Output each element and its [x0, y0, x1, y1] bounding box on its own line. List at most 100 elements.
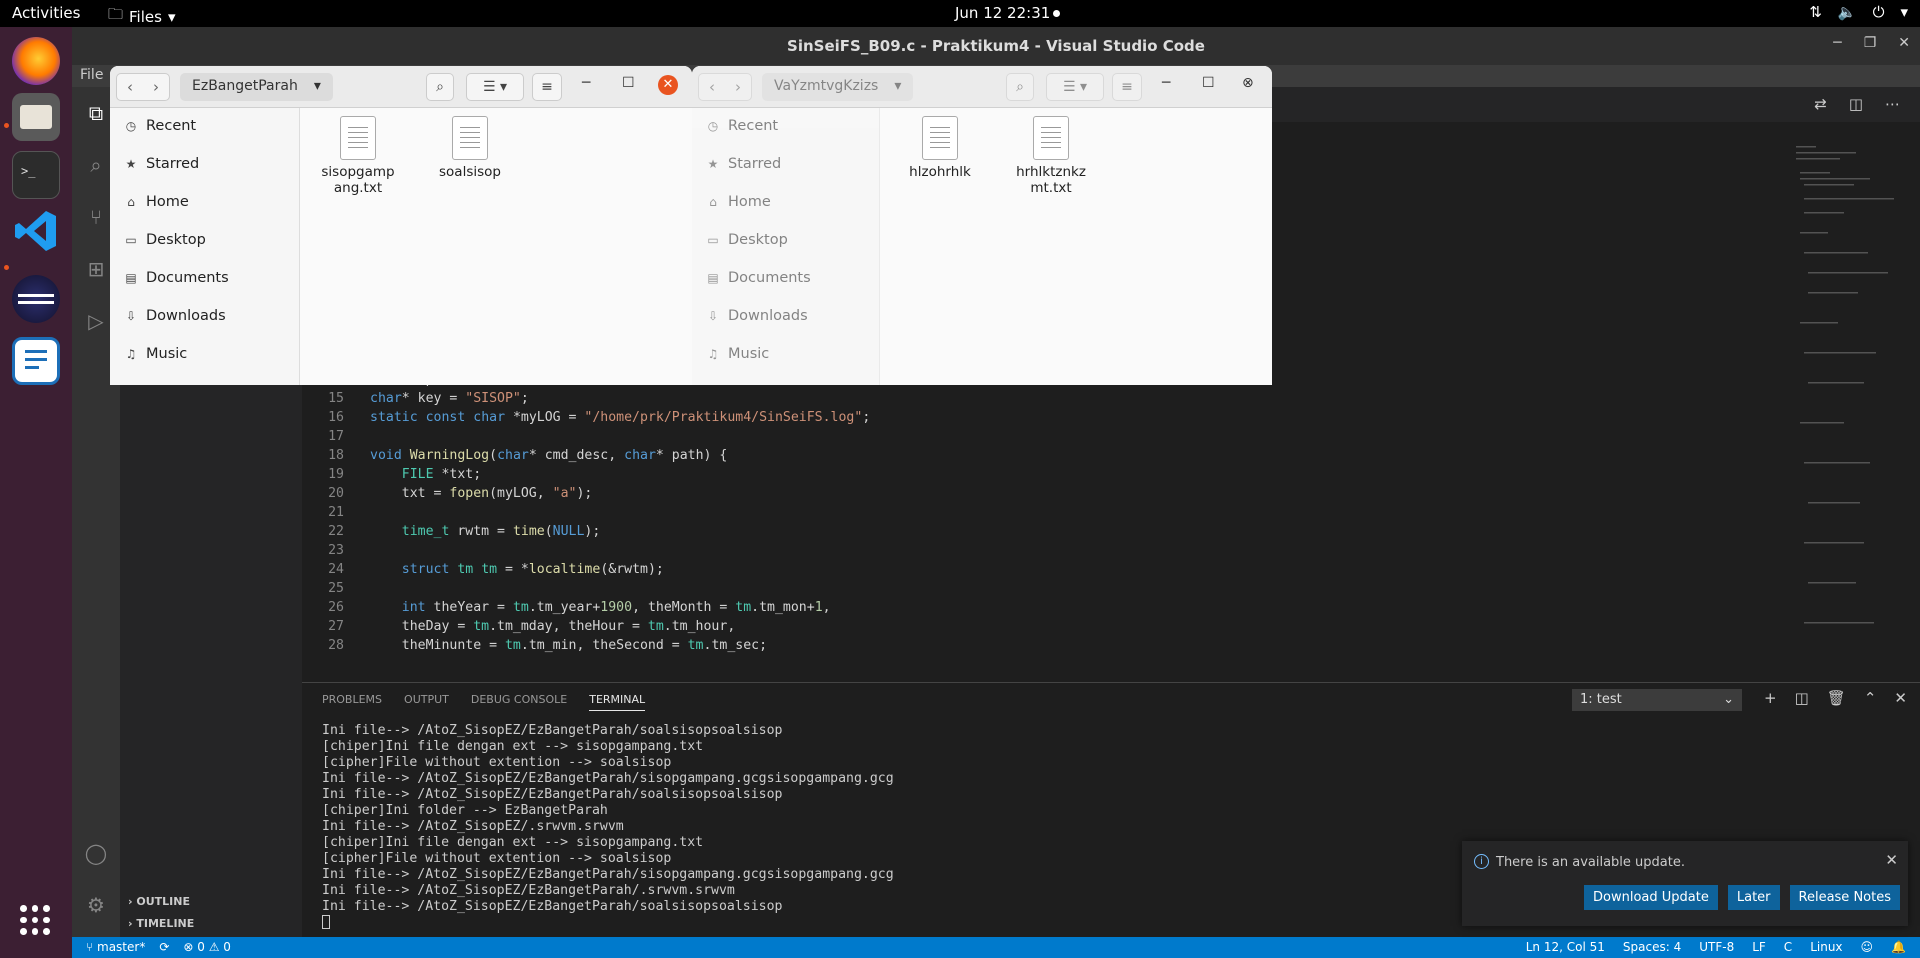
file-item[interactable]: soalsisop — [425, 116, 515, 180]
code-line[interactable]: 22 time_t rwtm = time(NULL); — [302, 522, 870, 541]
code-line[interactable]: 23 — [302, 541, 870, 560]
terminal-icon[interactable]: >_ — [12, 151, 60, 199]
eclipse-icon[interactable] — [12, 275, 60, 323]
later-button[interactable]: Later — [1727, 885, 1780, 910]
code-line[interactable]: 17 — [302, 427, 870, 446]
code-line[interactable]: 26 int theYear = tm.tm_year+1900, theMon… — [302, 598, 870, 617]
sync-icon[interactable]: ⟳ — [159, 940, 169, 954]
code-line[interactable]: 20 txt = fopen(myLOG, "a"); — [302, 484, 870, 503]
close-icon[interactable]: ✕ — [1885, 851, 1898, 869]
code-line[interactable]: 15 char* key = "SISOP"; — [302, 389, 870, 408]
code-lines[interactable]: 14int temprx = 0;15char* key = "SISOP";1… — [302, 370, 870, 655]
source-control-icon[interactable]: ⑂ — [84, 205, 108, 229]
view-toggle[interactable]: ☰ ▾ — [466, 73, 524, 101]
vscode-icon[interactable] — [12, 207, 60, 255]
place-home[interactable]: ⌂ Home — [124, 194, 189, 210]
search-icon[interactable]: ⌕ — [426, 73, 454, 101]
account-icon[interactable]: ◯ — [84, 841, 108, 865]
minimize-icon[interactable]: ─ — [1162, 75, 1170, 91]
menu-file[interactable]: File — [80, 67, 103, 83]
clock[interactable]: Jun 12 22:31 — [955, 4, 1050, 22]
place-documents[interactable]: ▤ Documents — [124, 270, 228, 286]
system-tray[interactable]: ⇅ 🔈 ⏻ ▾ — [1809, 3, 1908, 21]
indentation[interactable]: Spaces: 4 — [1623, 940, 1681, 954]
line-ending[interactable]: LF — [1752, 940, 1766, 954]
panel-tab-terminal[interactable]: TERMINAL — [589, 693, 646, 711]
code-line[interactable]: 18 void WarningLog(char* cmd_desc, char* … — [302, 446, 870, 465]
code-line[interactable]: 28 theMinunte = tm.tm_min, theSecond = t… — [302, 636, 870, 655]
place-music[interactable]: ♫ Music — [706, 346, 770, 362]
back-icon[interactable]: ‹ — [699, 74, 725, 100]
split-editor-icon[interactable]: ◫ — [1849, 95, 1863, 113]
firefox-icon[interactable] — [12, 37, 60, 85]
outline-section[interactable]: › OUTLINE — [128, 895, 190, 908]
cursor-position[interactable]: Ln 12, Col 51 — [1526, 940, 1605, 954]
vscode-titlebar[interactable]: SinSeiFS_B09.c - Praktikum4 - Visual Stu… — [72, 27, 1920, 65]
maximize-icon[interactable]: ☐ — [1202, 75, 1215, 91]
place-documents[interactable]: ▤ Documents — [706, 270, 810, 286]
code-line[interactable]: 21 — [302, 503, 870, 522]
path-button[interactable]: VaYzmtvgKzizs ▾ — [762, 73, 914, 101]
menu-icon[interactable]: ≡ — [532, 73, 562, 101]
place-home[interactable]: ⌂ Home — [706, 194, 771, 210]
chevron-up-icon[interactable]: ⌃ — [1864, 689, 1877, 707]
place-downloads[interactable]: ⇩ Downloads — [706, 308, 808, 324]
open-changes-icon[interactable]: ⇄ — [1814, 95, 1827, 113]
add-icon[interactable]: + — [1764, 689, 1777, 707]
feedback-icon[interactable]: ☺ — [1861, 940, 1874, 954]
problems-indicator[interactable]: ⊗ 0 ⚠ 0 — [183, 940, 231, 954]
place-downloads[interactable]: ⇩ Downloads — [124, 308, 226, 324]
path-button[interactable]: EzBangetParah ▾ — [180, 73, 333, 101]
maximize-icon[interactable]: ❐ — [1864, 35, 1877, 51]
timeline-section[interactable]: › TIMELINE — [128, 917, 194, 930]
app-grid-icon[interactable] — [20, 905, 50, 935]
close-icon[interactable]: ⊗ — [1242, 75, 1254, 91]
file-item[interactable]: hlzohrhlk — [895, 116, 985, 180]
panel-tab-output[interactable]: OUTPUT — [404, 693, 449, 711]
minimap[interactable] — [1782, 122, 1920, 682]
code-line[interactable]: 19 FILE *txt; — [302, 465, 870, 484]
branch-indicator[interactable]: ⑂ master* — [86, 940, 145, 954]
split-terminal-icon[interactable]: ◫ — [1795, 689, 1809, 707]
forward-icon[interactable]: › — [725, 74, 751, 100]
place-desktop[interactable]: ▭ Desktop — [706, 232, 787, 248]
place-desktop[interactable]: ▭ Desktop — [124, 232, 205, 248]
place-recent[interactable]: ◷ Recent — [124, 118, 196, 134]
file-item[interactable]: hrhlktznkz mt.txt — [1006, 116, 1096, 196]
place-starred[interactable]: ★ Starred — [124, 156, 200, 172]
app-menu[interactable]: 🗀 Files ▾ — [108, 4, 175, 29]
panel-tab-problems[interactable]: PROBLEMS — [322, 693, 382, 711]
files-headerbar[interactable]: ‹ › VaYzmtvgKzizs ▾ ⌕ ☰ ▾ ≡ ─ ☐ ⊗ — [692, 66, 1272, 108]
more-actions-icon[interactable]: ⋯ — [1885, 95, 1900, 113]
terminal-select[interactable]: 1: test ⌄ — [1572, 689, 1742, 711]
os-indicator[interactable]: Linux — [1810, 940, 1842, 954]
download-update-button[interactable]: Download Update — [1584, 885, 1718, 910]
file-item[interactable]: sisopgamp ang.txt — [313, 116, 403, 196]
close-icon[interactable]: ✕ — [1898, 35, 1910, 51]
release-notes-button[interactable]: Release Notes — [1789, 885, 1900, 910]
code-line[interactable]: 16 static const char *myLOG = "/home/prk/… — [302, 408, 870, 427]
code-line[interactable]: 24 struct tm tm = *localtime(&rwtm); — [302, 560, 870, 579]
writer-icon[interactable] — [12, 337, 60, 385]
forward-icon[interactable]: › — [143, 74, 169, 100]
back-icon[interactable]: ‹ — [117, 74, 143, 100]
place-starred[interactable]: ★ Starred — [706, 156, 782, 172]
menu-icon[interactable]: ≡ — [1112, 73, 1142, 101]
run-debug-icon[interactable]: ▷ — [84, 309, 108, 333]
minimize-icon[interactable]: ─ — [582, 75, 590, 91]
search-icon[interactable]: ⌕ — [1006, 73, 1034, 101]
search-icon[interactable]: ⌕ — [84, 153, 108, 177]
explorer-icon[interactable]: ⧉ — [84, 101, 108, 125]
encoding[interactable]: UTF-8 — [1699, 940, 1734, 954]
activities-button[interactable]: Activities — [12, 4, 80, 22]
close-icon[interactable]: ✕ — [658, 75, 678, 95]
place-music[interactable]: ♫ Music — [124, 346, 188, 362]
trash-icon[interactable]: 🗑 — [1827, 689, 1846, 707]
files-headerbar[interactable]: ‹ › EzBangetParah ▾ ⌕ ☰ ▾ ≡ ─ ☐ ✕ — [110, 66, 692, 108]
gear-icon[interactable]: ⚙ — [84, 893, 108, 917]
minimize-icon[interactable]: ─ — [1833, 35, 1841, 51]
files-icon[interactable] — [12, 93, 60, 141]
place-recent[interactable]: ◷ Recent — [706, 118, 778, 134]
code-line[interactable]: 25 — [302, 579, 870, 598]
extensions-icon[interactable]: ⊞ — [84, 257, 108, 281]
